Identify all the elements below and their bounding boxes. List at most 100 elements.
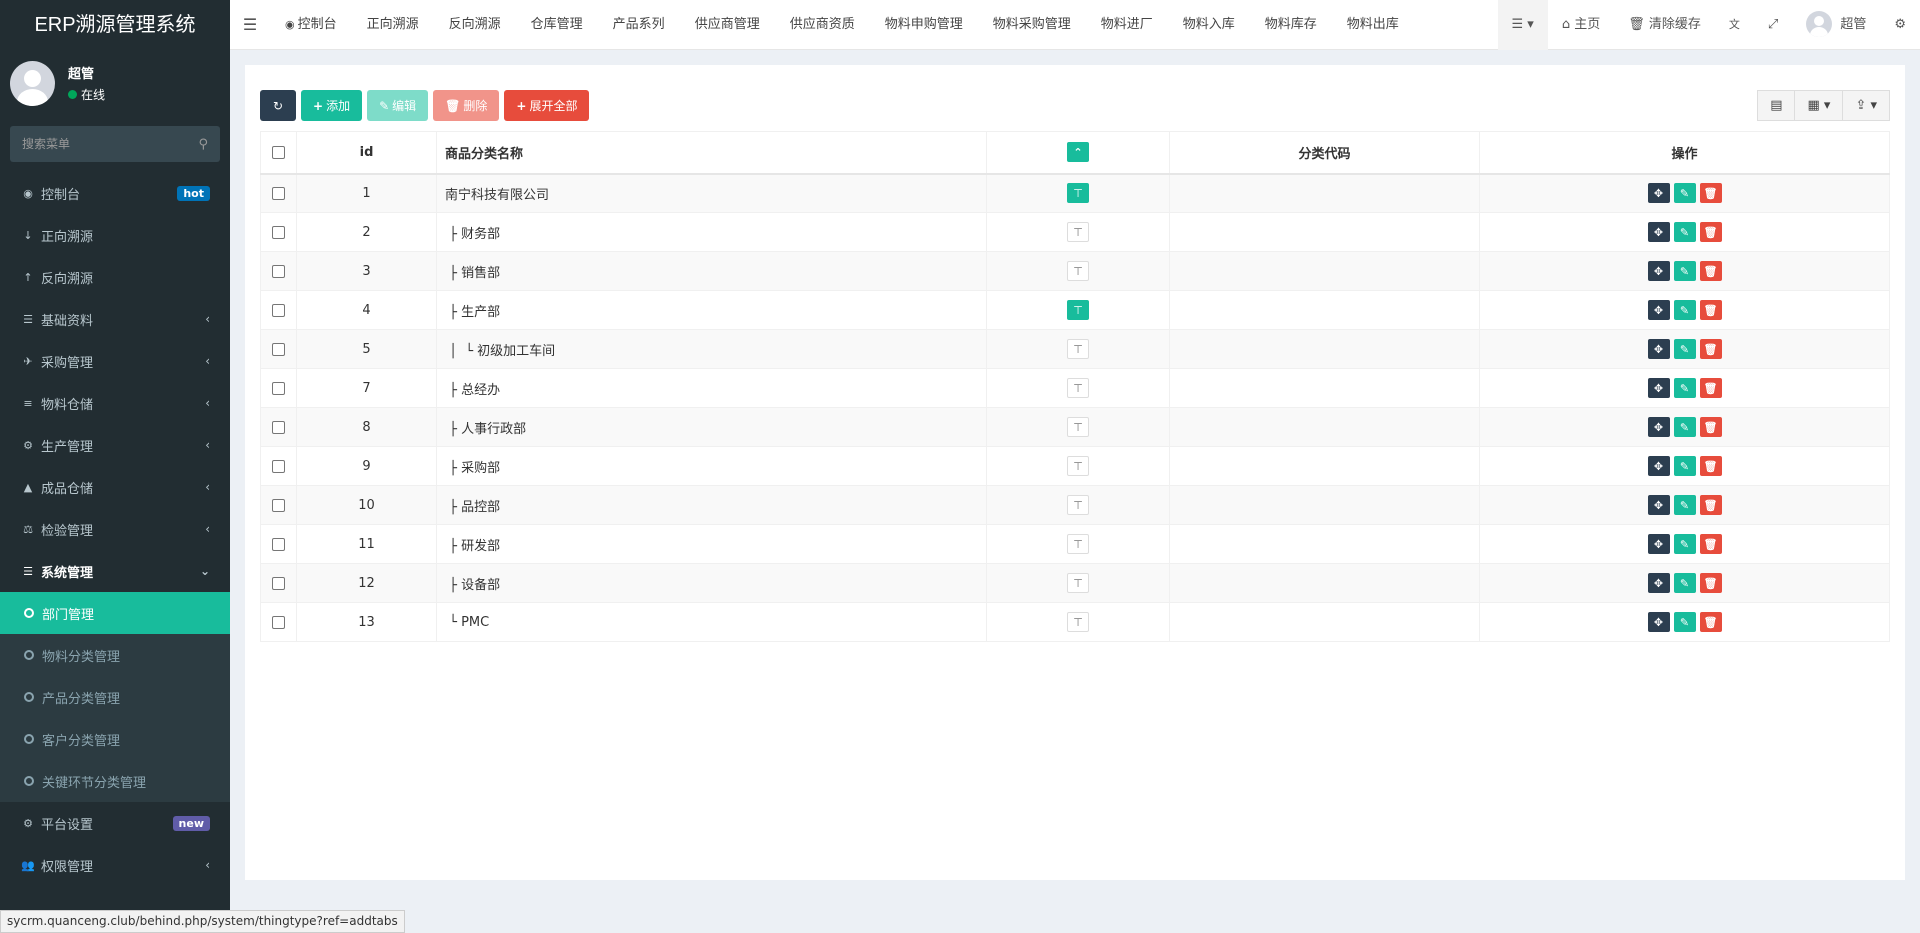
delete-trash-icon[interactable]: 🗑: [1699, 222, 1722, 242]
edit-button[interactable]: ✎ 编辑: [367, 90, 429, 121]
edit-pencil-icon[interactable]: ✎: [1673, 534, 1696, 554]
sitemap-icon[interactable]: ⊤: [1067, 573, 1089, 593]
clear-cache-button[interactable]: 🗑 清除缓存: [1614, 0, 1715, 50]
language-icon[interactable]: 文: [1715, 0, 1754, 50]
sidebar-subitem-1[interactable]: 物料分类管理: [0, 634, 230, 676]
delete-trash-icon[interactable]: 🗑: [1699, 300, 1722, 320]
nav-tab-12[interactable]: 物料出库: [1332, 0, 1414, 50]
move-icon[interactable]: ✥: [1647, 300, 1670, 320]
move-icon[interactable]: ✥: [1647, 573, 1670, 593]
edit-pencil-icon[interactable]: ✎: [1673, 417, 1696, 437]
sitemap-icon[interactable]: ⊤: [1067, 495, 1089, 515]
row-checkbox[interactable]: [272, 342, 285, 356]
edit-pencil-icon[interactable]: ✎: [1673, 183, 1696, 204]
edit-pencil-icon[interactable]: ✎: [1673, 456, 1696, 476]
delete-button[interactable]: 🗑 删除: [433, 90, 500, 121]
row-checkbox[interactable]: [272, 537, 285, 551]
columns-dropdown-icon[interactable]: ▦ ▾: [1795, 90, 1844, 121]
edit-pencil-icon[interactable]: ✎: [1673, 300, 1696, 320]
sidebar-item-9[interactable]: ☰ 系统管理 ⌄: [0, 550, 230, 592]
fullscreen-icon[interactable]: ⤢: [1754, 0, 1792, 50]
row-checkbox[interactable]: [272, 264, 285, 278]
nav-tab-8[interactable]: 物料采购管理: [978, 0, 1086, 50]
edit-pencil-icon[interactable]: ✎: [1673, 612, 1696, 632]
delete-trash-icon[interactable]: 🗑: [1699, 261, 1722, 281]
app-logo[interactable]: ERP溯源管理系统: [0, 0, 230, 50]
move-icon[interactable]: ✥: [1647, 534, 1670, 554]
move-icon[interactable]: ✥: [1647, 378, 1670, 398]
sidebar-item-1[interactable]: 👥 权限管理 ‹: [0, 844, 230, 886]
delete-trash-icon[interactable]: 🗑: [1699, 417, 1722, 437]
sidebar-item-4[interactable]: ✈ 采购管理 ‹: [0, 340, 230, 382]
sidebar-item-8[interactable]: ⚖ 检验管理 ‹: [0, 508, 230, 550]
delete-trash-icon[interactable]: 🗑: [1699, 456, 1722, 476]
select-all-checkbox[interactable]: [272, 145, 285, 159]
sidebar-subitem-3[interactable]: 客户分类管理: [0, 718, 230, 760]
row-checkbox[interactable]: [272, 459, 285, 473]
edit-pencil-icon[interactable]: ✎: [1673, 261, 1696, 281]
row-checkbox[interactable]: [272, 420, 285, 434]
row-checkbox[interactable]: [272, 498, 285, 512]
sidebar-item-0[interactable]: ◉ 控制台 hot: [0, 172, 230, 214]
row-checkbox[interactable]: [272, 381, 285, 395]
sidebar-item-1[interactable]: ↓ 正向溯源: [0, 214, 230, 256]
move-icon[interactable]: ✥: [1647, 339, 1670, 359]
edit-pencil-icon[interactable]: ✎: [1673, 222, 1696, 242]
nav-tab-2[interactable]: 反向溯源: [434, 0, 516, 50]
sidebar-item-0[interactable]: ⚙ 平台设置 new: [0, 802, 230, 844]
move-icon[interactable]: ✥: [1647, 495, 1670, 515]
move-icon[interactable]: ✥: [1647, 261, 1670, 281]
sidebar-item-7[interactable]: ▲ 成品仓储 ‹: [0, 466, 230, 508]
expand-all-button[interactable]: + 展开全部: [504, 90, 590, 121]
row-checkbox[interactable]: [272, 576, 285, 590]
nav-tab-5[interactable]: 供应商管理: [680, 0, 775, 50]
column-header-id[interactable]: id: [296, 131, 437, 175]
collapse-all-chevron-up-icon[interactable]: ⌃: [1067, 142, 1089, 163]
move-icon[interactable]: ✥: [1647, 417, 1670, 437]
sitemap-icon[interactable]: ⊤: [1067, 339, 1089, 359]
sidebar-subitem-0[interactable]: 部门管理: [0, 592, 230, 634]
nav-tab-9[interactable]: 物料进厂: [1086, 0, 1168, 50]
menu-dropdown-button[interactable]: ☰ ▾: [1497, 0, 1548, 50]
sitemap-icon[interactable]: ⊤: [1067, 261, 1089, 281]
nav-tab-6[interactable]: 供应商资质: [775, 0, 870, 50]
home-link[interactable]: ⌂ 主页: [1548, 0, 1614, 50]
edit-pencil-icon[interactable]: ✎: [1673, 573, 1696, 593]
sitemap-icon[interactable]: ⊤: [1067, 183, 1089, 204]
nav-tab-0[interactable]: ◉ 控制台: [270, 0, 352, 50]
move-icon[interactable]: ✥: [1647, 612, 1670, 632]
row-checkbox[interactable]: [272, 225, 285, 239]
hamburger-menu-icon[interactable]: ☰: [230, 15, 270, 34]
sidebar-item-3[interactable]: ☰ 基础资料 ‹: [0, 298, 230, 340]
nav-tab-10[interactable]: 物料入库: [1168, 0, 1250, 50]
user-menu[interactable]: 超管: [1792, 0, 1880, 50]
row-checkbox[interactable]: [272, 186, 285, 200]
column-header-code[interactable]: 分类代码: [1169, 131, 1480, 175]
sidebar-search-input[interactable]: [22, 137, 199, 151]
sidebar-subitem-4[interactable]: 关键环节分类管理: [0, 760, 230, 802]
delete-trash-icon[interactable]: 🗑: [1699, 495, 1722, 515]
settings-gear-icon[interactable]: ⚙: [1880, 0, 1920, 50]
sitemap-icon[interactable]: ⊤: [1067, 222, 1089, 242]
row-checkbox[interactable]: [272, 615, 285, 629]
move-icon[interactable]: ✥: [1647, 222, 1670, 242]
row-checkbox[interactable]: [272, 303, 285, 317]
add-button[interactable]: + 添加: [301, 90, 363, 121]
delete-trash-icon[interactable]: 🗑: [1699, 534, 1722, 554]
move-icon[interactable]: ✥: [1647, 183, 1670, 204]
search-icon[interactable]: ⚲: [198, 137, 208, 152]
move-icon[interactable]: ✥: [1647, 456, 1670, 476]
sitemap-icon[interactable]: ⊤: [1067, 456, 1089, 476]
edit-pencil-icon[interactable]: ✎: [1673, 339, 1696, 359]
edit-pencil-icon[interactable]: ✎: [1673, 378, 1696, 398]
nav-tab-1[interactable]: 正向溯源: [352, 0, 434, 50]
delete-trash-icon[interactable]: 🗑: [1699, 612, 1722, 632]
sitemap-icon[interactable]: ⊤: [1067, 612, 1089, 632]
delete-trash-icon[interactable]: 🗑: [1699, 183, 1722, 204]
toggle-view-icon[interactable]: ▤: [1757, 90, 1796, 121]
sitemap-icon[interactable]: ⊤: [1067, 378, 1089, 398]
edit-pencil-icon[interactable]: ✎: [1673, 495, 1696, 515]
refresh-button[interactable]: ↻: [260, 90, 296, 121]
sidebar-item-5[interactable]: ≡ 物料仓储 ‹: [0, 382, 230, 424]
nav-tab-4[interactable]: 产品系列: [598, 0, 680, 50]
